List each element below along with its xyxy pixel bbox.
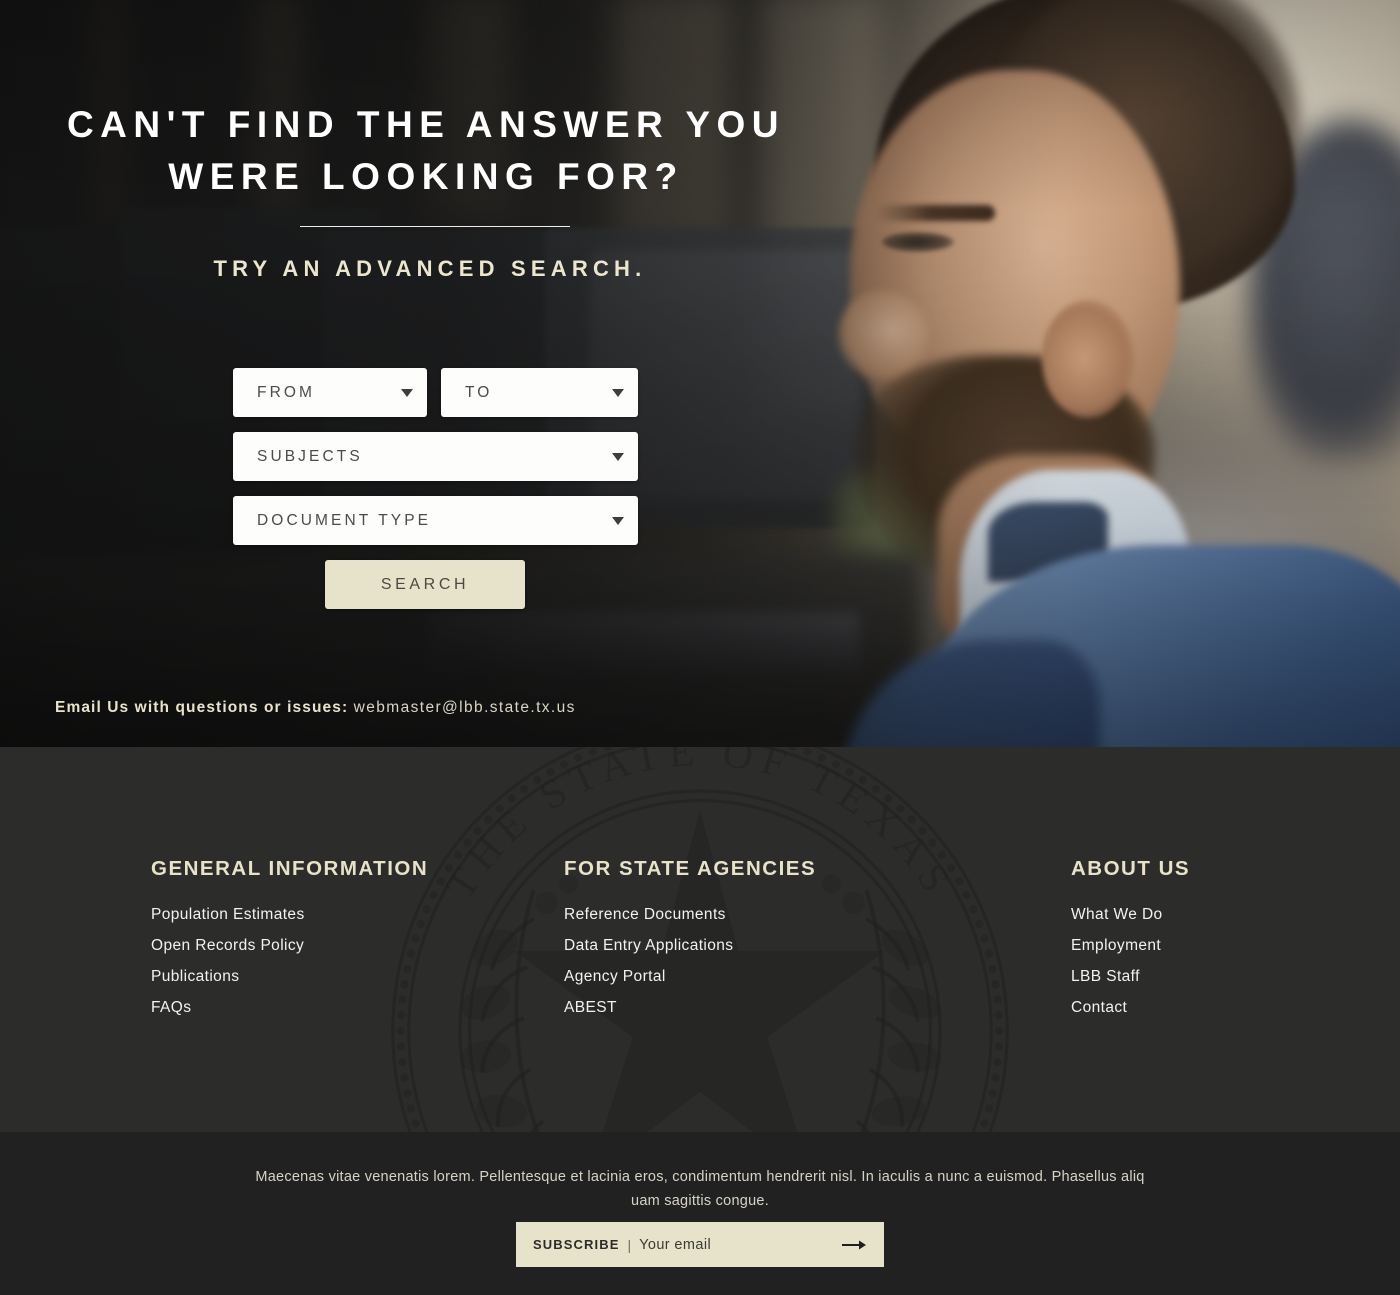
- chevron-down-icon: [612, 388, 624, 397]
- footer-section: THE STATE OF TEXAS ★ ★ ★: [0, 747, 1400, 1132]
- footer-link-reference-documents[interactable]: Reference Documents: [564, 906, 816, 924]
- subscribe-label: SUBSCRIBE: [533, 1237, 620, 1252]
- subscribe-bar[interactable]: SUBSCRIBE |: [516, 1222, 884, 1267]
- subscribe-email-input[interactable]: [639, 1236, 841, 1253]
- chevron-down-icon: [612, 516, 624, 525]
- legal-text: Maecenas vitae venenatis lorem. Pellente…: [255, 1169, 1145, 1209]
- search-button[interactable]: SEARCH: [325, 560, 525, 609]
- chevron-down-icon: [612, 452, 624, 461]
- footer-link-what-we-do[interactable]: What We Do: [1071, 906, 1190, 924]
- to-dropdown-label: TO: [465, 383, 493, 401]
- from-dropdown-label: FROM: [257, 383, 316, 401]
- contact-email-label: Email Us with questions or issues:: [55, 699, 349, 716]
- subscribe-separator: |: [627, 1236, 632, 1253]
- footer-link-employment[interactable]: Employment: [1071, 937, 1190, 955]
- to-dropdown[interactable]: TO: [441, 368, 638, 417]
- hero-title: CAN'T FIND THE ANSWER YOU WERE LOOKING F…: [66, 104, 786, 197]
- hero-content: CAN'T FIND THE ANSWER YOU WERE LOOKING F…: [0, 0, 1400, 747]
- document-type-row: DOCUMENT TYPE: [233, 496, 638, 545]
- footer-link-population-estimates[interactable]: Population Estimates: [151, 906, 428, 924]
- footer-link-faqs[interactable]: FAQs: [151, 999, 428, 1017]
- arrow-right-icon[interactable]: [841, 1238, 867, 1252]
- document-type-dropdown[interactable]: DOCUMENT TYPE: [233, 496, 638, 545]
- from-dropdown[interactable]: FROM: [233, 368, 427, 417]
- footer-link-abest[interactable]: ABEST: [564, 999, 816, 1017]
- bottom-bar: Maecenas vitae venenatis lorem. Pellente…: [0, 1132, 1400, 1295]
- advanced-search-form: FROM TO SUBJECTS DOCUMENT TYPE SEARCH: [233, 368, 638, 609]
- subjects-dropdown[interactable]: SUBJECTS: [233, 432, 638, 481]
- footer-link-data-entry-applications[interactable]: Data Entry Applications: [564, 937, 816, 955]
- chevron-down-icon: [401, 388, 413, 397]
- hero-subtitle: TRY AN ADVANCED SEARCH.: [213, 256, 647, 281]
- date-range-row: FROM TO: [233, 368, 638, 417]
- footer-column-for-state-agencies: FOR STATE AGENCIES Reference Documents D…: [564, 857, 816, 1030]
- footer-link-open-records-policy[interactable]: Open Records Policy: [151, 937, 428, 955]
- hero-section: CAN'T FIND THE ANSWER YOU WERE LOOKING F…: [0, 0, 1400, 747]
- footer-columns: GENERAL INFORMATION Population Estimates…: [0, 747, 1400, 1016]
- footer-link-agency-portal[interactable]: Agency Portal: [564, 968, 816, 986]
- footer-link-publications[interactable]: Publications: [151, 968, 428, 986]
- document-type-dropdown-label: DOCUMENT TYPE: [257, 511, 432, 529]
- footer-column-heading: ABOUT US: [1071, 857, 1191, 880]
- footer-link-contact[interactable]: Contact: [1071, 999, 1190, 1017]
- footer-column-heading: GENERAL INFORMATION: [151, 857, 429, 880]
- footer-column-general-information: GENERAL INFORMATION Population Estimates…: [151, 857, 428, 1030]
- subjects-dropdown-label: SUBJECTS: [257, 447, 363, 465]
- hero-divider: [300, 226, 570, 227]
- footer-column-heading: FOR STATE AGENCIES: [564, 857, 817, 880]
- subjects-row: SUBJECTS: [233, 432, 638, 481]
- footer-column-about-us: ABOUT US What We Do Employment LBB Staff…: [1071, 857, 1190, 1030]
- contact-email-line: Email Us with questions or issues: webma…: [55, 699, 576, 717]
- contact-email-address[interactable]: webmaster@lbb.state.tx.us: [354, 699, 576, 716]
- page-root: CAN'T FIND THE ANSWER YOU WERE LOOKING F…: [0, 0, 1400, 1295]
- footer-link-lbb-staff[interactable]: LBB Staff: [1071, 968, 1190, 986]
